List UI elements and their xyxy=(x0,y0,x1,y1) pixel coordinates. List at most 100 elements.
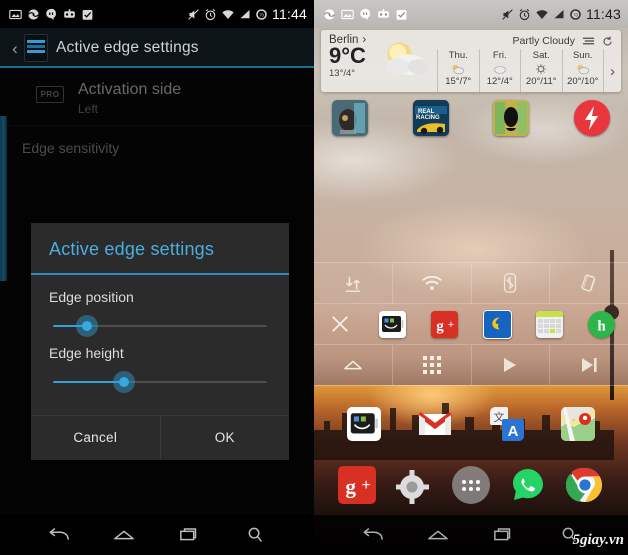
recents-icon[interactable] xyxy=(491,524,517,546)
right-status-notification-icons xyxy=(323,8,408,21)
google-plus-icon[interactable]: g + xyxy=(337,466,376,504)
svg-text:70: 70 xyxy=(573,12,578,17)
right-phone-screenshot: 70 11:43 Berlin › 9°C 13°/4° Partly Clou… xyxy=(314,0,628,555)
slider-thumb[interactable] xyxy=(75,315,98,337)
top-app-row: REAL RACING xyxy=(314,96,628,140)
forecast-next-button[interactable]: › xyxy=(603,49,621,92)
dialog-title: Active edge settings xyxy=(49,239,215,259)
forecast-day: Fri. 12°/4° xyxy=(478,49,521,92)
cloudy-icon xyxy=(493,61,507,76)
battery-icon: 70 xyxy=(570,8,581,20)
svg-text:RACING: RACING xyxy=(416,115,440,121)
wifi-icon xyxy=(536,9,548,19)
forecast-day-name: Fri. xyxy=(492,50,507,61)
dungeon-game-icon[interactable] xyxy=(493,100,530,136)
calendar-icon xyxy=(535,310,563,338)
forecast-day-temps: 15°/7° xyxy=(445,76,472,87)
rotation-toggle[interactable] xyxy=(549,263,628,303)
google-maps-icon[interactable] xyxy=(561,407,596,441)
weather-widget[interactable]: Berlin › 9°C 13°/4° Partly Cloudy Thu. 1… xyxy=(321,30,621,92)
edge-app-swiftkey[interactable] xyxy=(471,309,523,339)
edge-app-drawer-button[interactable] xyxy=(391,345,471,385)
home-apps-row-1: 文A xyxy=(314,402,628,446)
signal-icon xyxy=(240,9,250,18)
edge-next-track-button[interactable] xyxy=(549,345,628,385)
left-status-notification-icons xyxy=(9,8,94,21)
recents-icon[interactable] xyxy=(177,524,203,546)
back-icon[interactable] xyxy=(46,524,72,546)
shooter-game-icon[interactable] xyxy=(332,100,368,136)
chrome-icon[interactable] xyxy=(566,466,604,504)
dialog-header: Active edge settings xyxy=(31,223,289,275)
whatsapp-icon[interactable] xyxy=(509,466,547,504)
hangouts-icon xyxy=(360,8,370,20)
edge-app-google-plus[interactable]: g + xyxy=(419,310,471,338)
svg-text:A: A xyxy=(507,423,518,440)
app-drawer-icon[interactable] xyxy=(451,466,490,504)
edge-app-calendar[interactable] xyxy=(523,310,575,338)
edge-app-smiley-tablet[interactable] xyxy=(366,310,418,338)
home-icon[interactable] xyxy=(425,524,451,546)
slider-edge-position[interactable] xyxy=(49,307,271,345)
close-edge-button[interactable] xyxy=(314,314,366,334)
mobile-data-toggle[interactable] xyxy=(314,263,392,303)
ok-button[interactable]: OK xyxy=(159,416,290,460)
drawer-dots xyxy=(461,479,480,491)
left-nav-bar xyxy=(0,515,314,555)
svg-text:h: h xyxy=(598,318,607,334)
mute-icon xyxy=(188,8,199,20)
svg-text:+: + xyxy=(448,319,454,331)
google-plus-icon: g + xyxy=(431,310,459,338)
gmail-icon[interactable] xyxy=(418,407,453,441)
hangouts-sync-icon xyxy=(323,8,336,20)
bluetooth-toggle[interactable] xyxy=(470,263,550,303)
watermark: 5giay.vn xyxy=(572,532,624,548)
partly-cloudy-large-icon xyxy=(385,42,429,75)
slider-thumb[interactable] xyxy=(113,371,136,393)
forecast-day-name: Sun. xyxy=(572,50,593,61)
forecast-day: Thu. 15°/7° xyxy=(437,49,479,92)
settings-icon[interactable] xyxy=(395,466,433,504)
hangouts-sync-icon xyxy=(27,8,40,20)
alarm-icon xyxy=(519,8,530,20)
edge-app-hopper[interactable]: h xyxy=(576,310,628,338)
app-update-icon xyxy=(378,8,389,18)
slider-edge-height[interactable] xyxy=(49,363,271,401)
active-edge-settings-dialog: Active edge settings Edge position Edge … xyxy=(31,223,289,460)
back-chevron-icon[interactable]: ‹ xyxy=(8,40,22,57)
dialog-actions: Cancel OK xyxy=(31,415,289,460)
partly-cloudy-icon xyxy=(451,61,465,76)
cancel-button[interactable]: Cancel xyxy=(31,416,160,460)
left-action-bar: ‹ Active edge settings xyxy=(0,28,314,68)
edge-play-button[interactable] xyxy=(470,345,550,385)
edge-home-button[interactable] xyxy=(314,345,392,385)
google-translate-icon[interactable]: 文A xyxy=(489,407,524,441)
partly-cloudy-icon xyxy=(576,61,590,76)
smiley-tablet-icon xyxy=(378,310,406,338)
wifi-toggle[interactable] xyxy=(391,263,471,303)
weather-condition-row: Partly Cloudy xyxy=(437,30,621,49)
wifi-icon xyxy=(222,9,234,19)
search-icon[interactable] xyxy=(242,524,268,546)
sunny-icon xyxy=(534,61,548,76)
weather-current[interactable]: Berlin › 9°C 13°/4° xyxy=(321,30,437,92)
list-icon[interactable] xyxy=(582,36,595,46)
real-racing-icon[interactable]: REAL RACING xyxy=(412,100,449,136)
screenshot-icon xyxy=(9,9,22,19)
left-status-clock: 11:44 xyxy=(272,6,307,22)
weather-forecast: Partly Cloudy Thu. 15°/7° Fri. 12°/4° Sa… xyxy=(437,30,621,92)
alarm-icon xyxy=(205,8,216,20)
slider-label-edge-height: Edge height xyxy=(49,345,124,361)
svg-text:g: g xyxy=(437,318,445,334)
boost-icon[interactable] xyxy=(573,100,610,136)
refresh-icon[interactable] xyxy=(602,35,613,47)
edge-launcher-panel: g + h xyxy=(314,262,628,386)
home-apps-row-2: g + xyxy=(314,462,628,508)
checkbox-app-icon xyxy=(396,9,407,20)
hangouts-icon xyxy=(46,8,56,20)
home-icon[interactable] xyxy=(111,524,137,546)
edge-control-row xyxy=(314,344,628,386)
back-icon[interactable] xyxy=(360,524,386,546)
left-settings-body: PRO Activation side Left Edge sensitivit… xyxy=(0,68,314,515)
smiley-tablet-icon[interactable] xyxy=(346,407,381,441)
